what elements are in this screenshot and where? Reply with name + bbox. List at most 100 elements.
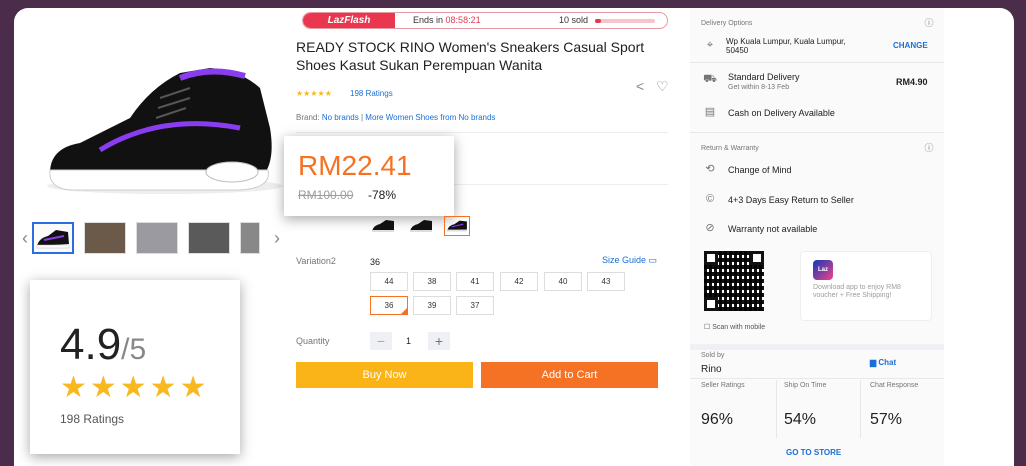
qr-corner bbox=[750, 251, 764, 265]
scan-label: Scan with mobile bbox=[712, 324, 766, 331]
warranty-item: Warranty not available bbox=[728, 224, 818, 234]
size-guide-link[interactable]: Size Guide ▭ bbox=[602, 255, 657, 266]
flash-ends-label: Ends in bbox=[413, 15, 444, 25]
brand-link[interactable]: No brands bbox=[322, 113, 359, 122]
flash-sold-count: 10 sold bbox=[559, 15, 589, 25]
heart-icon[interactable]: ♡ bbox=[656, 78, 669, 95]
quantity-label: Quantity bbox=[296, 336, 330, 346]
chevron-left-icon[interactable]: ‹ bbox=[18, 228, 32, 249]
size-guide-label: Size Guide bbox=[602, 255, 647, 265]
chat-label: Chat bbox=[878, 358, 897, 367]
flash-progress-track bbox=[595, 19, 655, 23]
thumbnail-5[interactable] bbox=[240, 222, 260, 254]
section-gap bbox=[690, 344, 944, 350]
brand-separator: | bbox=[360, 113, 364, 122]
price-card: RM22.41 RM100.00 -78% bbox=[284, 136, 454, 216]
chat-button[interactable]: ▆ Chat bbox=[870, 358, 896, 367]
share-icon[interactable]: < bbox=[636, 78, 644, 94]
size-option[interactable]: 39 bbox=[413, 296, 451, 315]
standard-delivery-eta: Get within 8-13 Feb bbox=[728, 84, 790, 91]
info-icon[interactable]: ⓘ bbox=[922, 16, 936, 30]
qr-corner bbox=[704, 297, 718, 311]
delivery-options-title: Delivery Options bbox=[701, 20, 753, 27]
size-option[interactable]: 41 bbox=[456, 272, 494, 291]
product-page: ‹ › 4.9/5 ★★★★★ 198 Ratings LazFlash End… bbox=[14, 8, 1014, 466]
flash-ends-time: 08:58:21 bbox=[445, 15, 481, 25]
thumbnail-strip: ‹ › bbox=[18, 221, 288, 255]
thumbnail-2[interactable] bbox=[84, 222, 126, 254]
qr-corner bbox=[704, 251, 718, 265]
return-icon: ⟲ bbox=[705, 163, 715, 175]
rating-out-of: /5 bbox=[121, 333, 147, 366]
brand-row: Brand: No brands | More Women Shoes from… bbox=[296, 113, 495, 122]
product-stars-icon: ★★★★★ bbox=[296, 89, 332, 98]
scan-with-mobile: ☐ Scan with mobile bbox=[704, 323, 765, 331]
product-title: READY STOCK RINO Women's Sneakers Casual… bbox=[296, 39, 645, 73]
warranty-item: Change of Mind bbox=[728, 165, 792, 175]
quantity-value[interactable]: 1 bbox=[406, 336, 411, 346]
variation2-label: Variation2 bbox=[296, 256, 336, 266]
lazada-app-icon: Laz bbox=[813, 260, 833, 280]
return-warranty-title: Return & Warranty bbox=[701, 145, 759, 152]
standard-delivery-price: RM4.90 bbox=[896, 77, 928, 87]
shield-off-icon: ⊘ bbox=[705, 222, 715, 234]
delivery-panel: Delivery Options ⓘ ⌖ Wp Kuala Lumpur, Ku… bbox=[690, 8, 944, 466]
standard-delivery-label: Standard Delivery bbox=[728, 72, 800, 82]
ratings-link[interactable]: 198 Ratings bbox=[350, 89, 393, 98]
location-pin-icon: ⌖ bbox=[706, 39, 714, 51]
divider bbox=[690, 62, 944, 63]
ruler-icon: ▭ bbox=[648, 255, 658, 265]
seller-stat: Chat Response 57% bbox=[870, 382, 950, 440]
divider bbox=[296, 132, 668, 133]
size-option[interactable]: 40 bbox=[544, 272, 582, 291]
discount-percent: -78% bbox=[368, 188, 397, 202]
flash-ends-text: Ends in 08:58:21 bbox=[413, 15, 481, 25]
original-price: RM100.00 bbox=[298, 188, 354, 202]
size-option[interactable]: 42 bbox=[500, 272, 538, 291]
app-download-card[interactable]: Laz Download app to enjoy RM8 voucher + … bbox=[800, 251, 932, 321]
buy-now-button[interactable]: Buy Now bbox=[296, 362, 473, 388]
flash-progress-fill bbox=[595, 19, 601, 23]
rating-value: 4.9 bbox=[60, 320, 122, 369]
cash-icon: ▤ bbox=[704, 106, 716, 118]
size-option[interactable]: 43 bbox=[587, 272, 625, 291]
stat-value: 57% bbox=[870, 411, 903, 428]
quantity-increase-button[interactable]: + bbox=[428, 332, 450, 350]
cod-label: Cash on Delivery Available bbox=[728, 108, 835, 118]
add-to-cart-button[interactable]: Add to Cart bbox=[481, 362, 658, 388]
current-price: RM22.41 bbox=[298, 150, 412, 181]
size-option[interactable]: 44 bbox=[370, 272, 408, 291]
chat-icon: ▆ bbox=[870, 358, 877, 367]
size-option[interactable]: 38 bbox=[413, 272, 451, 291]
size-option-selected[interactable]: 36 bbox=[370, 296, 408, 315]
thumbnail-3[interactable] bbox=[136, 222, 178, 254]
brand-label: Brand: bbox=[296, 113, 320, 122]
rating-count: 198 Ratings bbox=[60, 412, 125, 426]
seller-name[interactable]: Rino bbox=[701, 364, 722, 375]
seller-stat: Seller Ratings 96% bbox=[701, 382, 781, 440]
color-variant-3-selected[interactable] bbox=[444, 216, 470, 236]
qr-code bbox=[704, 251, 764, 311]
info-icon[interactable]: ⓘ bbox=[922, 141, 936, 155]
warranty-item: 4+3 Days Easy Return to Seller bbox=[728, 195, 854, 205]
thumbnail-4[interactable] bbox=[188, 222, 230, 254]
color-variant-1[interactable] bbox=[370, 216, 396, 236]
lazflash-logo: LazFlash bbox=[303, 13, 395, 28]
chevron-right-icon[interactable]: › bbox=[270, 228, 284, 249]
variation2-selected: 36 bbox=[370, 257, 381, 267]
more-brand-link[interactable]: More Women Shoes from No brands bbox=[365, 113, 495, 122]
thumbnail-1[interactable] bbox=[32, 222, 74, 254]
quantity-decrease-button[interactable]: − bbox=[370, 332, 392, 350]
divider bbox=[776, 380, 777, 438]
size-option[interactable]: 37 bbox=[456, 296, 494, 315]
product-main-image[interactable] bbox=[40, 58, 290, 198]
return-days-icon: © bbox=[705, 193, 715, 205]
stat-label: Chat Response bbox=[870, 382, 919, 389]
sold-by-label: Sold by bbox=[701, 352, 725, 359]
delivery-location: Wp Kuala Lumpur, Kuala Lumpur, 50450 bbox=[726, 37, 846, 55]
change-location-link[interactable]: CHANGE bbox=[893, 41, 928, 50]
color-variant-2[interactable] bbox=[408, 216, 434, 236]
stat-label: Seller Ratings bbox=[701, 382, 745, 389]
go-to-store-link[interactable]: GO TO STORE bbox=[786, 448, 841, 457]
rating-summary-card: 4.9/5 ★★★★★ 198 Ratings bbox=[30, 280, 240, 454]
